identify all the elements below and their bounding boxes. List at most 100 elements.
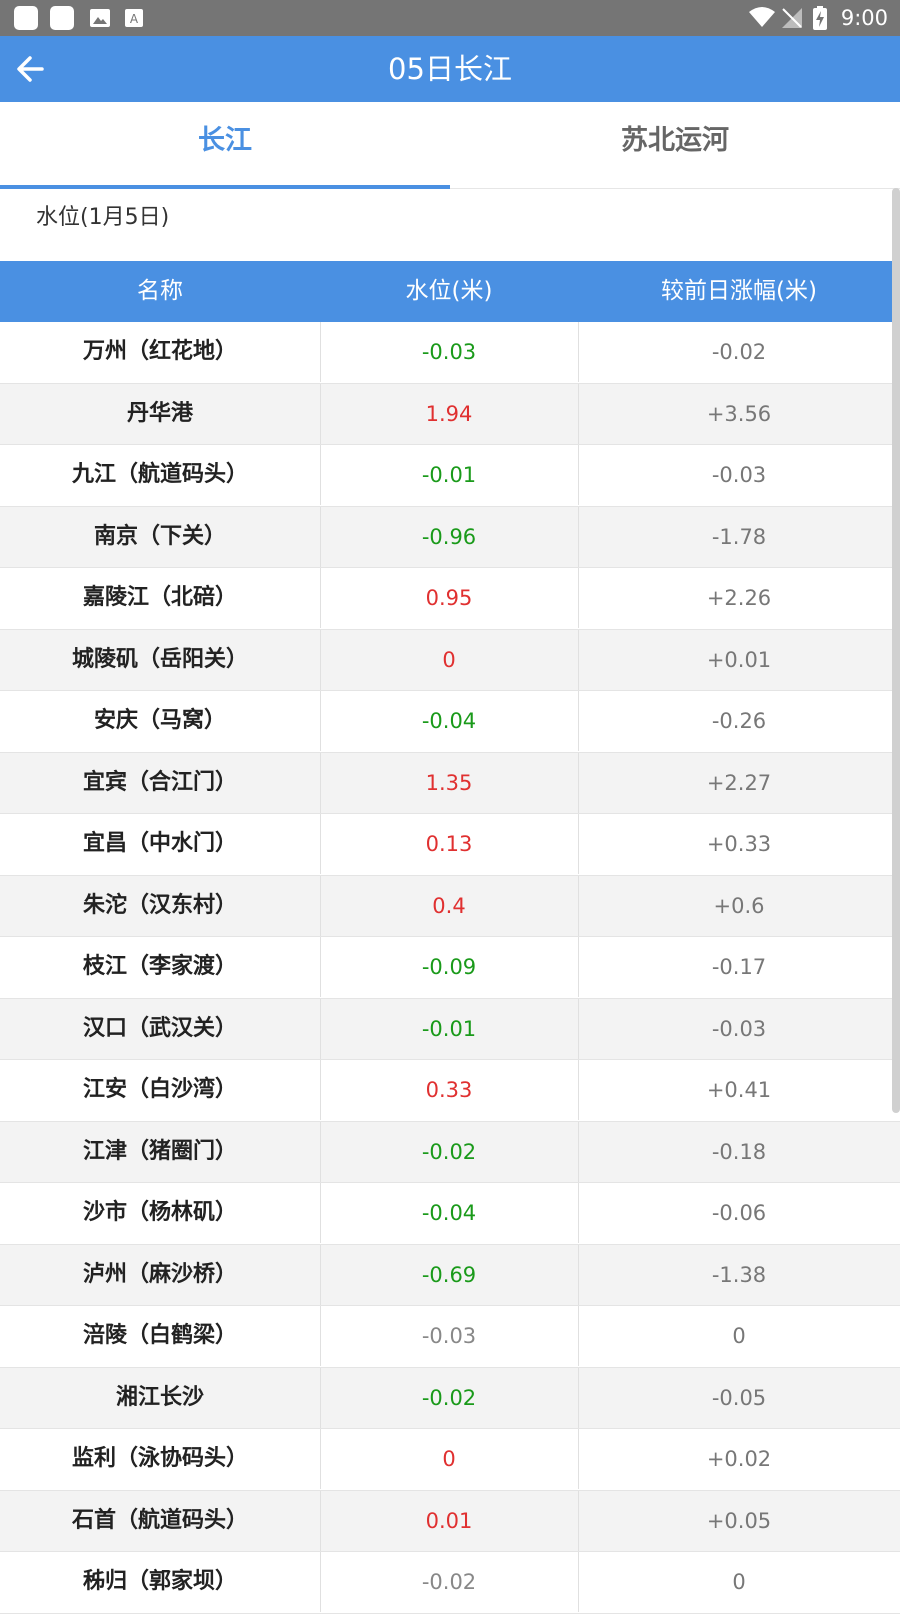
station-name: 湘江长沙 [0, 1367, 321, 1428]
table-row[interactable]: 湘江长沙 -0.02 -0.05 [0, 1367, 900, 1429]
table-row[interactable]: 九江（航道码头） -0.01 -0.03 [0, 445, 900, 507]
change-value: +0.05 [706, 1508, 772, 1533]
water-level-value: 0.01 [320, 1490, 579, 1551]
station-name: 枝江（李家渡） [0, 937, 321, 997]
table-row[interactable]: 枝江（李家渡） -0.09 -0.17 [0, 937, 900, 999]
change-value: -0.06 [711, 1201, 767, 1225]
station-name: 九江（航道码头） [0, 445, 321, 505]
water-level-value: -0.09 [320, 937, 579, 997]
change-value: +2.26 [706, 586, 772, 610]
change-value: 0 [732, 1324, 746, 1348]
app-bar: 05日长江 [0, 36, 900, 102]
tab-subei-canal[interactable]: 苏北运河 [450, 102, 900, 188]
svg-text:A: A [130, 12, 139, 26]
table-row[interactable]: 涪陵（白鹤梁） -0.03 0 [0, 1306, 900, 1368]
notification-icon [50, 6, 74, 30]
station-name: 江安（白沙湾） [0, 1060, 321, 1120]
water-level-value: 0 [320, 1429, 579, 1489]
table-row[interactable]: 朱沱（汉东村） 0.4 +0.6 [0, 875, 900, 937]
table-row[interactable]: 江津（猪圈门） -0.02 -0.18 [0, 1121, 900, 1183]
table-row[interactable]: 嘉陵江（北碚） 0.95 +2.26 [0, 568, 900, 630]
station-name: 南京（下关） [0, 506, 321, 567]
change-value: +0.41 [706, 1078, 772, 1102]
table-row[interactable]: 安庆（马窝） -0.04 -0.26 [0, 691, 900, 753]
text-icon: A [122, 6, 146, 30]
status-bar: A 9:00 [0, 0, 900, 36]
water-level-value: -0.03 [320, 322, 579, 382]
table-row[interactable]: 秭归（郭家坝） -0.02 0 [0, 1552, 900, 1614]
table-row[interactable]: 南京（下关） -0.96 -1.78 [0, 506, 900, 568]
table-row[interactable]: 石首（航道码头） 0.01 +0.05 [0, 1490, 900, 1552]
table-row[interactable]: 沙市（杨林矶） -0.04 -0.06 [0, 1183, 900, 1245]
water-level-value: -0.02 [320, 1367, 579, 1428]
change-value: -0.03 [711, 463, 767, 487]
section-label: 水位(1月5日) [36, 205, 170, 230]
station-name: 涪陵（白鹤梁） [0, 1306, 321, 1366]
column-header-name: 名称 [137, 278, 183, 304]
water-level-value: 0.33 [320, 1060, 579, 1120]
table-row[interactable]: 监利（泳协码头） 0 +0.02 [0, 1429, 900, 1491]
change-value: -0.18 [711, 1139, 767, 1164]
change-value: -1.38 [711, 1262, 767, 1287]
tab-changjiang[interactable]: 长江 [0, 102, 450, 188]
scrollbar[interactable] [892, 188, 900, 1113]
battery-icon [812, 6, 828, 30]
image-icon [88, 6, 112, 30]
table-row[interactable]: 万州（红花地） -0.03 -0.02 [0, 322, 900, 384]
station-name: 汉口（武汉关） [0, 998, 321, 1059]
change-value: +3.56 [706, 401, 772, 426]
water-level-value: 1.94 [320, 383, 579, 444]
water-level-value: 0.95 [320, 568, 579, 628]
change-value: +0.6 [713, 893, 765, 918]
water-level-value: -0.04 [320, 691, 579, 751]
change-value: +0.01 [706, 647, 772, 672]
station-name: 嘉陵江（北碚） [0, 568, 321, 628]
table-row[interactable]: 丹华港 1.94 +3.56 [0, 383, 900, 445]
water-level-value: -0.02 [320, 1552, 579, 1612]
station-name: 城陵矶（岳阳关） [0, 629, 321, 690]
tab-indicator [0, 185, 450, 189]
water-level-value: 1.35 [320, 752, 579, 813]
station-name: 石首（航道码头） [0, 1490, 321, 1551]
change-value: -0.05 [711, 1385, 767, 1410]
table-row[interactable]: 泸州（麻沙桥） -0.69 -1.38 [0, 1244, 900, 1306]
water-level-value: -0.96 [320, 506, 579, 567]
water-level-value: -0.69 [320, 1244, 579, 1305]
station-name: 宜昌（中水门） [0, 814, 321, 874]
change-value: +0.33 [706, 832, 772, 856]
change-value: -0.02 [711, 340, 767, 364]
station-name: 安庆（马窝） [0, 691, 321, 751]
column-header-level: 水位(米) [405, 278, 493, 304]
change-value: 0 [732, 1570, 746, 1594]
wifi-icon [748, 5, 776, 29]
change-value: -1.78 [711, 524, 767, 549]
table-row[interactable]: 汉口（武汉关） -0.01 -0.03 [0, 998, 900, 1060]
page-title: 05日长江 [388, 52, 512, 86]
water-level-value: -0.01 [320, 998, 579, 1059]
water-level-value: 0.13 [320, 814, 579, 874]
change-value: -0.17 [711, 955, 767, 979]
table-row[interactable]: 宜宾（合江门） 1.35 +2.27 [0, 752, 900, 814]
column-header-change: 较前日涨幅(米) [661, 278, 817, 304]
tab-bar: 长江 苏北运河 [0, 102, 900, 189]
station-name: 宜宾（合江门） [0, 752, 321, 813]
water-level-value: 0 [320, 629, 579, 690]
station-name: 秭归（郭家坝） [0, 1552, 321, 1612]
notification-icon [14, 6, 38, 30]
station-name: 监利（泳协码头） [0, 1429, 321, 1489]
signal-icon [780, 6, 804, 30]
change-value: -0.03 [711, 1016, 767, 1041]
table-row[interactable]: 宜昌（中水门） 0.13 +0.33 [0, 814, 900, 876]
station-name: 江津（猪圈门） [0, 1121, 321, 1182]
table-body: 万州（红花地） -0.03 -0.02 丹华港 1.94 +3.56 九江（航道码头） -0.… [0, 322, 900, 1614]
water-level-value: -0.01 [320, 445, 579, 505]
water-level-value: -0.04 [320, 1183, 579, 1243]
water-level-value: 0.4 [320, 875, 579, 936]
table-row[interactable]: 江安（白沙湾） 0.33 +0.41 [0, 1060, 900, 1122]
change-value: +0.02 [706, 1447, 772, 1471]
station-name: 丹华港 [0, 383, 321, 444]
water-level-value: -0.02 [320, 1121, 579, 1182]
table-header: 名称 水位(米) 较前日涨幅(米) [0, 261, 900, 322]
station-name: 朱沱（汉东村） [0, 875, 321, 936]
table-row[interactable]: 城陵矶（岳阳关） 0 +0.01 [0, 629, 900, 691]
